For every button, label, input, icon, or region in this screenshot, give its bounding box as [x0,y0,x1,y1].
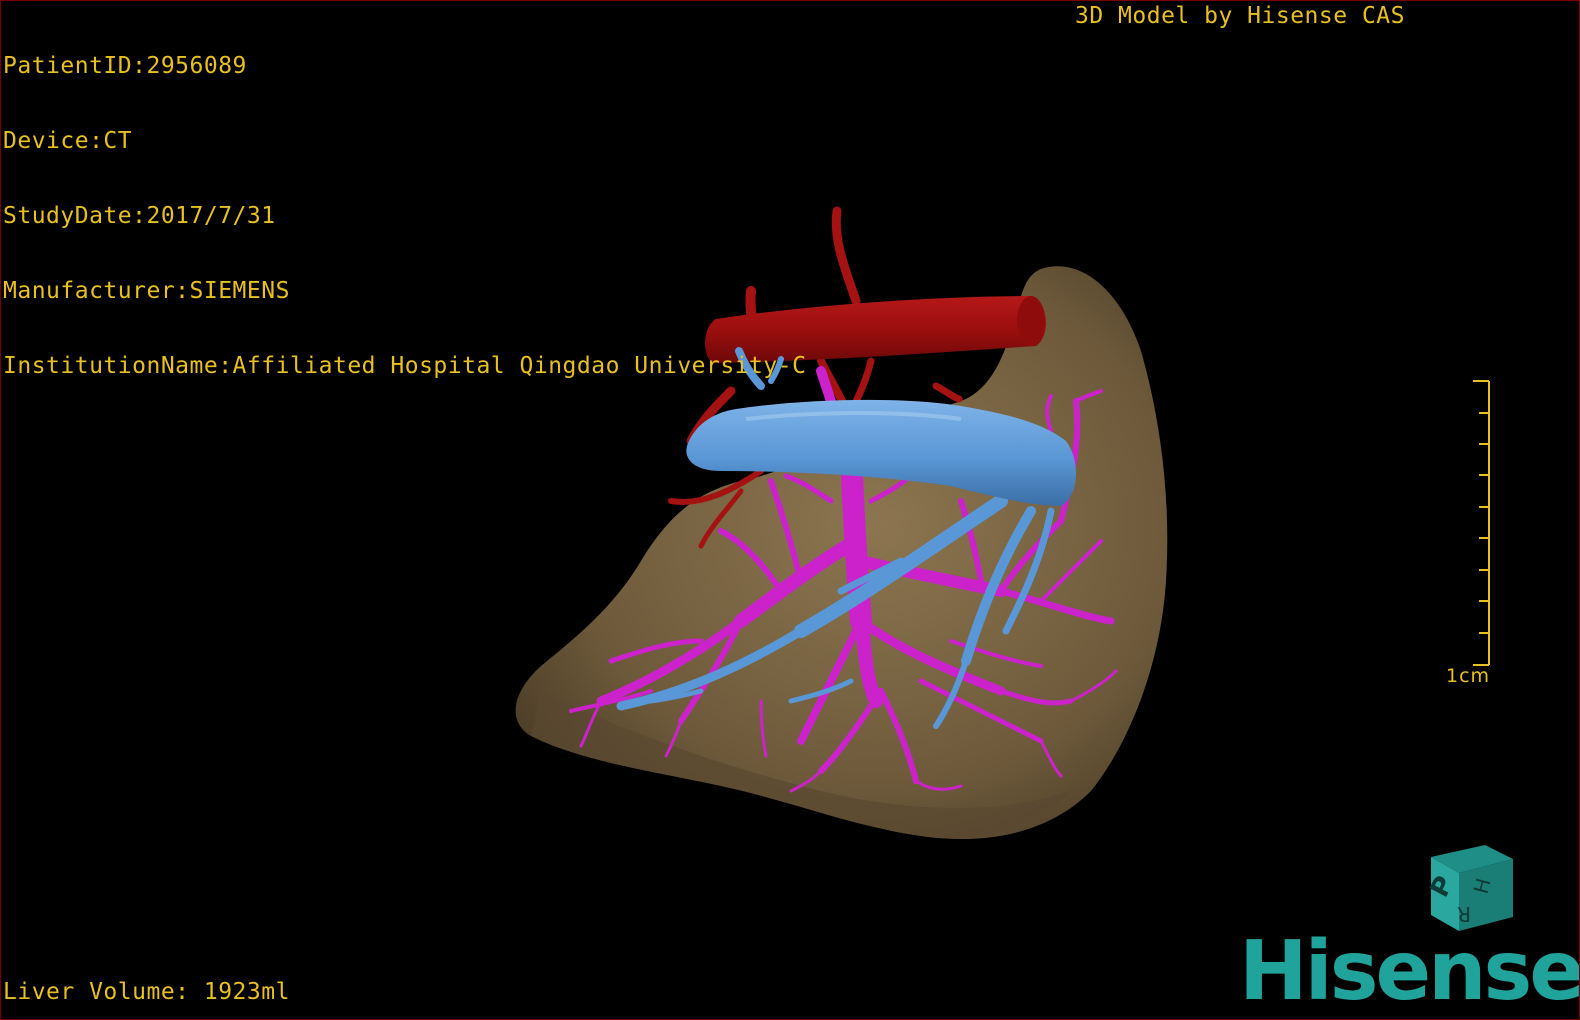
institution-text: InstitutionName:Affiliated Hospital Qing… [3,353,807,379]
manufacturer-text: Manufacturer:SIEMENS [3,278,290,304]
ivc-end [1017,296,1045,346]
scale-bar [1473,380,1490,666]
device-text: Device:CT [3,128,133,154]
study-info-overlay: PatientID:2956089 Device:CT StudyDate:20… [3,4,806,429]
liver-volume-text: Liver Volume: 1923ml [3,979,290,1005]
model-credit-text: 3D Model by Hisense CAS [1075,3,1405,29]
3d-viewport[interactable]: PatientID:2956089 Device:CT StudyDate:20… [0,0,1580,1020]
hisense-logo: Hisense [1239,924,1580,1019]
patient-id-text: PatientID:2956089 [3,53,247,79]
study-date-text: StudyDate:2017/7/31 [3,203,276,229]
cube-face-top: R [1457,902,1471,926]
scale-bar-label: 1cm [1446,665,1491,687]
